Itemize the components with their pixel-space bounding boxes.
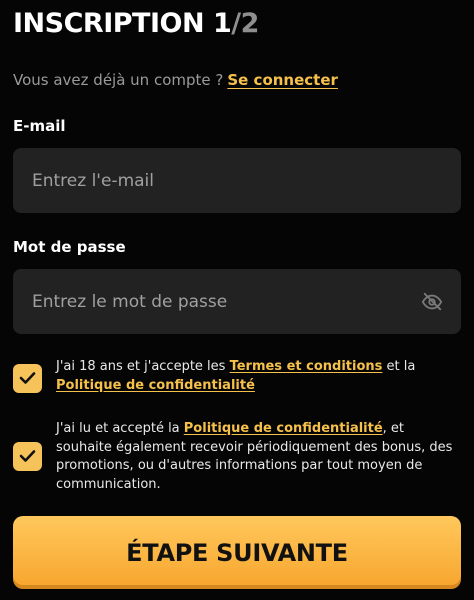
email-field-container	[13, 148, 461, 213]
login-link[interactable]: Se connecter	[227, 71, 338, 89]
privacy-policy-link[interactable]: Politique de confidentialité	[56, 378, 255, 393]
terms-checkbox[interactable]	[13, 364, 42, 393]
terms-consent-text: J'ai 18 ans et j'accepte les Termes et c…	[56, 358, 461, 395]
checkmark-icon	[19, 450, 36, 462]
email-input[interactable]	[13, 148, 461, 213]
email-label: E-mail	[13, 117, 66, 135]
terms-text-middle: et la	[382, 359, 416, 374]
title-step: INSCRIPTION 1	[13, 8, 232, 39]
checkmark-icon	[19, 372, 36, 384]
terms-link[interactable]: Termes et conditions	[230, 359, 383, 374]
password-input[interactable]	[13, 269, 461, 334]
title-step-total: /2	[231, 8, 259, 39]
password-field-container	[13, 269, 461, 334]
password-label: Mot de passe	[13, 238, 126, 256]
marketing-checkbox[interactable]	[13, 442, 42, 471]
eye-slash-icon[interactable]	[421, 291, 443, 313]
login-prompt-text: Vous avez déjà un compte ?	[13, 71, 224, 89]
marketing-text-before: J'ai lu et accepté la	[56, 421, 184, 436]
marketing-consent-text: J'ai lu et accepté la Politique de confi…	[56, 420, 461, 494]
privacy-policy-link-2[interactable]: Politique de confidentialité	[184, 421, 383, 436]
registration-page: INSCRIPTION 1/2 Vous avez déjà un compte…	[0, 0, 474, 600]
page-title: INSCRIPTION 1/2	[13, 8, 259, 39]
login-prompt: Vous avez déjà un compte ? Se connecter	[13, 71, 338, 89]
terms-text-before: J'ai 18 ans et j'accepte les	[56, 359, 230, 374]
next-step-button[interactable]: ÉTAPE SUIVANTE	[13, 516, 461, 589]
